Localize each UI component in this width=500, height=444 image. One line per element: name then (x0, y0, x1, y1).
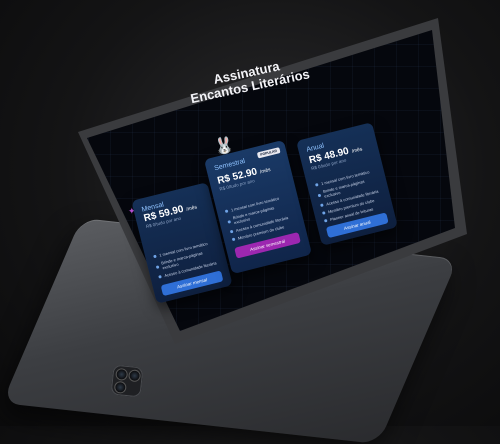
camera-lens (127, 369, 142, 383)
dot-icon (229, 229, 234, 234)
camera-module (110, 364, 144, 398)
dot-icon (224, 209, 229, 214)
dot-icon (227, 219, 231, 224)
dot-icon (323, 218, 328, 223)
price-period: /mês (185, 204, 198, 213)
price-period: /mês (351, 146, 363, 155)
dot-icon (153, 254, 157, 259)
dot-icon (155, 264, 160, 269)
dot-icon (231, 237, 236, 242)
price-period: /mês (259, 166, 272, 176)
dot-icon (317, 193, 322, 197)
dot-icon (322, 211, 326, 215)
camera-lens (113, 380, 127, 394)
dot-icon (320, 203, 324, 208)
camera-lens (115, 367, 129, 381)
dot-icon (314, 183, 319, 187)
dot-icon (158, 275, 162, 279)
